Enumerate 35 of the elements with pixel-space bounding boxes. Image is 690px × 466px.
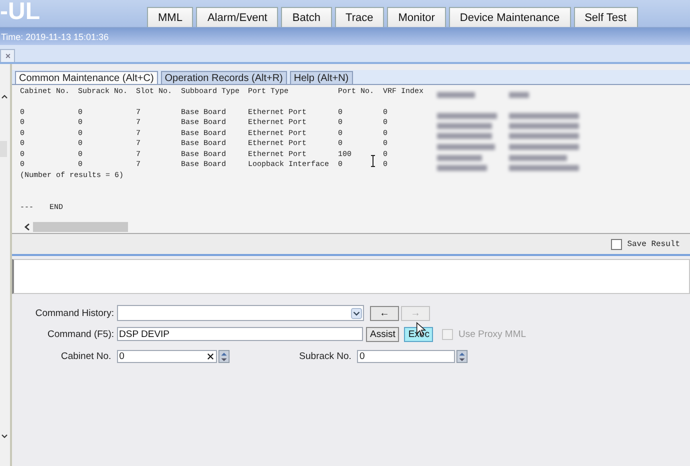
parameter-label: Subrack No.: [299, 351, 352, 362]
parameter-label: Cabinet No.: [61, 351, 112, 362]
document-tab[interactable]: [0, 49, 15, 62]
scroll-left-icon[interactable]: [24, 222, 30, 230]
field-label: Command History:: [34, 308, 115, 318]
output-tab[interactable]: Common Maintenance (Alt+C): [15, 71, 158, 84]
close-icon[interactable]: [4, 53, 10, 59]
menu-tab[interactable]: Monitor: [387, 7, 446, 27]
chevron-up-icon[interactable]: [1, 94, 8, 99]
menu-tab[interactable]: MML: [147, 7, 194, 27]
command-button[interactable]: Assist: [366, 326, 400, 342]
text-cursor-icon: [370, 155, 376, 167]
app-logo-text: -UL: [0, 0, 40, 24]
spinner-icon[interactable]: [456, 350, 468, 363]
menu-tab[interactable]: Trace: [334, 7, 384, 27]
output-tab[interactable]: Operation Records (Alt+R): [160, 71, 287, 84]
menu-tab[interactable]: Device Maintenance: [448, 7, 571, 27]
clear-icon[interactable]: [207, 353, 214, 360]
parameter-input[interactable]: 0: [357, 350, 456, 363]
time-text: Time: 2019-11-13 15:01:36: [0, 32, 109, 42]
command-input[interactable]: DSP DEVIP: [117, 327, 363, 341]
output-tab[interactable]: Help (Alt+N): [290, 71, 353, 84]
save-result-checkbox[interactable]: [611, 238, 622, 250]
spinner-icon[interactable]: [218, 350, 230, 363]
scrollbar-thumb[interactable]: [33, 222, 128, 232]
use-proxy-label: Use Proxy MML: [458, 328, 526, 340]
parameter-input[interactable]: 0: [117, 350, 218, 363]
menu-tab[interactable]: Batch: [281, 7, 332, 27]
save-result-label: Save Result: [627, 240, 680, 248]
menu-tab[interactable]: Alarm/Event: [196, 7, 278, 27]
back-button[interactable]: ←: [370, 306, 399, 320]
horizontal-scrollbar[interactable]: [12, 220, 690, 233]
menu-tab[interactable]: Self Test: [574, 7, 638, 27]
chevron-down-icon[interactable]: [1, 434, 8, 439]
field-label: Command (F5):: [46, 328, 115, 340]
